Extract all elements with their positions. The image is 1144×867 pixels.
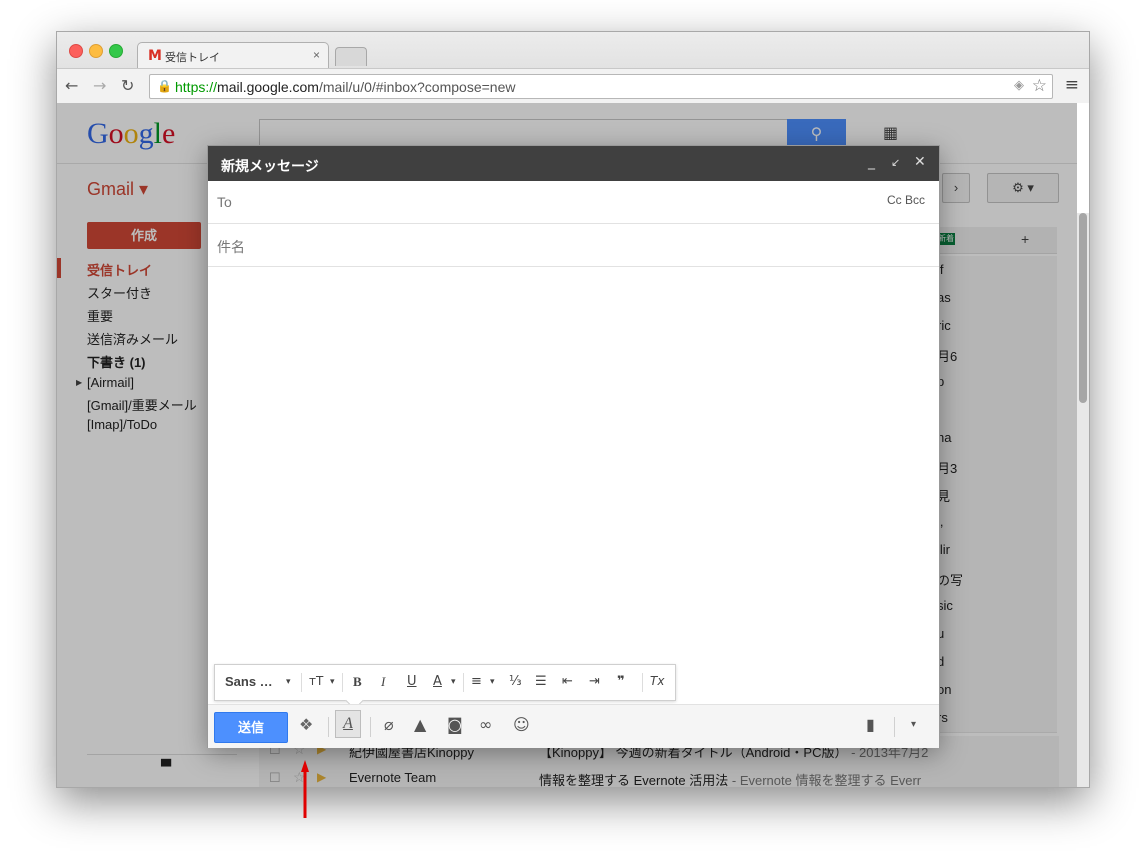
indent-more-icon[interactable]: ⇥ <box>589 674 600 689</box>
toolbar-separator <box>301 673 302 692</box>
dropbox-icon[interactable]: ❖ <box>299 715 313 734</box>
reload-icon[interactable]: ↻ <box>121 76 134 95</box>
red-arrow-annotation <box>301 760 309 818</box>
browser-toolbar: ← → ↻ 🔒 https://mail.google.com/mail/u/0… <box>57 68 1089 103</box>
zoom-window-button[interactable] <box>109 44 123 58</box>
text-color-icon[interactable]: A <box>433 674 442 689</box>
drive-icon[interactable]: ▲ <box>414 715 426 734</box>
italic-icon[interactable]: I <box>381 674 385 690</box>
send-button[interactable]: 送信 <box>214 712 288 743</box>
bold-icon[interactable]: B <box>353 674 362 690</box>
extension-icon[interactable]: ◈ <box>1014 78 1024 93</box>
url-scheme: https:// <box>175 79 218 95</box>
compose-title: 新規メッセージ <box>221 158 319 174</box>
browser-tab[interactable]: M 受信トレイ × <box>137 42 329 69</box>
cc-bcc-links[interactable]: Cc Bcc <box>887 193 925 207</box>
message-body[interactable] <box>208 267 939 662</box>
forward-arrow-icon[interactable]: → <box>93 76 106 95</box>
browser-chrome: M 受信トレイ × ← → ↻ 🔒 https://mail.google.co… <box>57 32 1089 103</box>
bookmark-star-icon[interactable]: ☆ <box>1032 76 1047 96</box>
compose-bottom-bar: 送信 ❖ A ⌀ ▲ ◙ ∞ ☺ ▮ ▾ <box>208 704 939 748</box>
browser-menu-icon[interactable]: ≡ <box>1065 75 1079 95</box>
underline-icon[interactable]: U <box>407 674 417 689</box>
tab-close-icon[interactable]: × <box>313 48 320 62</box>
font-select[interactable]: Sans … <box>225 674 273 689</box>
bulleted-list-icon[interactable]: ☰ <box>535 674 547 689</box>
indent-less-icon[interactable]: ⇤ <box>562 674 573 689</box>
address-bar[interactable]: 🔒 https://mail.google.com/mail/u/0/#inbo… <box>149 74 1053 99</box>
gmail-page: Google ⚲ ▦ Gmail ▾ › ⚙ ▾ 作成 受信トレイ スター付き … <box>57 103 1089 787</box>
arrow-shaft <box>303 770 307 818</box>
link-icon[interactable]: ∞ <box>479 715 492 734</box>
toolbar-separator <box>642 673 643 692</box>
toolbar-separator <box>342 673 343 692</box>
more-options-icon[interactable]: ▾ <box>911 719 916 730</box>
toolbar-separator <box>463 673 464 692</box>
minimize-icon[interactable]: _ <box>868 154 875 170</box>
attach-icon[interactable]: ⌀ <box>384 715 394 734</box>
page-scrollbar[interactable] <box>1077 213 1089 787</box>
scrollbar-thumb[interactable] <box>1079 213 1087 403</box>
clear-formatting-icon[interactable]: Tx <box>650 674 664 688</box>
bar-separator <box>370 717 371 737</box>
tab-title: 受信トレイ <box>165 52 220 64</box>
new-tab-button[interactable] <box>335 47 367 66</box>
gmail-favicon-icon: M <box>148 48 162 64</box>
bar-separator <box>328 717 329 737</box>
color-dropdown-arrow-icon[interactable]: ▾ <box>451 677 456 687</box>
trash-icon[interactable]: ▮ <box>866 715 875 734</box>
close-window-button[interactable] <box>69 44 83 58</box>
subject-field[interactable]: 件名 <box>208 224 939 267</box>
url-path: /mail/u/0/#inbox?compose=new <box>318 79 516 95</box>
bar-separator <box>894 717 895 737</box>
subject-label: 件名 <box>217 239 245 255</box>
address-url[interactable]: https://mail.google.com/mail/u/0/#inbox?… <box>175 79 515 95</box>
numbered-list-icon[interactable]: ⅓ <box>509 674 522 689</box>
size-dropdown-arrow-icon[interactable]: ▾ <box>330 677 335 687</box>
lock-icon: 🔒 <box>157 79 172 93</box>
align-dropdown-arrow-icon[interactable]: ▾ <box>490 677 495 687</box>
formatting-icon[interactable]: A <box>335 710 361 738</box>
font-size-icon[interactable]: тT <box>309 674 323 688</box>
minimize-window-button[interactable] <box>89 44 103 58</box>
browser-window: M 受信トレイ × ← → ↻ 🔒 https://mail.google.co… <box>56 31 1090 788</box>
align-icon[interactable]: ≡ <box>471 674 482 689</box>
photo-icon[interactable]: ◙ <box>447 715 463 734</box>
close-icon[interactable]: ✕ <box>914 154 926 170</box>
compose-window: 新規メッセージ _ ↙ ✕ To Cc Bcc 件名 Sans … ▾ тT ▾… <box>207 145 940 748</box>
to-field[interactable]: To Cc Bcc <box>208 181 939 224</box>
to-label: To <box>217 194 232 210</box>
emoji-icon[interactable]: ☺ <box>513 715 530 734</box>
quote-icon[interactable]: ❞ <box>617 674 625 689</box>
back-arrow-icon[interactable]: ← <box>65 76 78 95</box>
compose-header[interactable]: 新規メッセージ _ ↙ ✕ <box>208 146 939 181</box>
url-host: mail.google.com <box>217 79 319 95</box>
font-dropdown-arrow-icon[interactable]: ▾ <box>286 677 291 687</box>
expand-icon[interactable]: ↙ <box>891 156 900 169</box>
formatting-toolbar: Sans … ▾ тT ▾ B I U A ▾ ≡ ▾ ⅓ ☰ ⇤ ⇥ ❞ Tx <box>214 664 676 710</box>
